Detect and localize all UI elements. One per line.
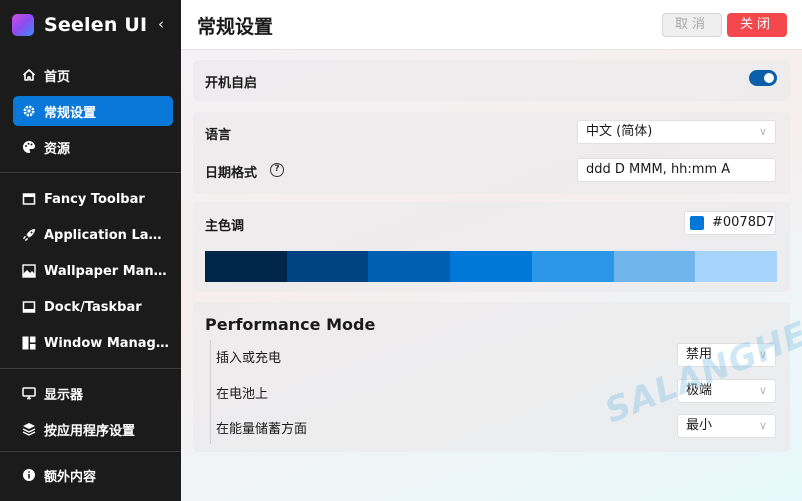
- perf-row-label: 插入或充电: [216, 351, 282, 366]
- chevron-left-icon[interactable]: ‹: [155, 16, 167, 32]
- perf-select-value: 禁用: [686, 347, 713, 362]
- sidebar-item-label: Fancy Toolbar: [44, 191, 145, 207]
- startup-toggle[interactable]: [749, 70, 777, 86]
- language-select[interactable]: 中文 (简体) ∨: [577, 120, 776, 144]
- sidebar-item-label: Window Manager: [44, 335, 169, 351]
- language-select-value: 中文 (简体): [586, 124, 653, 139]
- page-title: 常规设置: [197, 16, 274, 38]
- wallpaper-icon: [21, 263, 37, 279]
- sidebar-item-label: Dock/Taskbar: [44, 299, 142, 315]
- toggle-knob: [764, 73, 774, 83]
- palette-swatch-7[interactable]: [695, 251, 778, 282]
- sidebar-item-label: 显示器: [44, 387, 84, 403]
- accent-swatch: [690, 216, 704, 230]
- accent-label: 主色调: [205, 219, 245, 234]
- sidebar-item-label: 资源: [44, 141, 71, 157]
- palette-swatch-6[interactable]: [613, 251, 696, 282]
- rocket-icon: [21, 227, 37, 243]
- window-layout-icon: [21, 335, 37, 351]
- language-label: 语言: [205, 128, 232, 143]
- sidebar-item-home[interactable]: 首页: [13, 60, 173, 90]
- sidebar-item-label: Application Launcher: [44, 227, 169, 243]
- performance-group-line: [210, 340, 211, 444]
- sidebar-item-resources[interactable]: 资源: [13, 132, 173, 162]
- palette-swatch-3[interactable]: [368, 251, 451, 282]
- startup-card: 开机自启: [193, 60, 790, 101]
- home-icon: [21, 67, 37, 83]
- sidebar-item-wallpaper-manager[interactable]: Wallpaper Manager: [13, 256, 173, 286]
- chevron-down-icon: ∨: [758, 419, 767, 432]
- perf-row-label: 在电池上: [216, 387, 269, 402]
- accent-palette: [205, 251, 778, 282]
- gear-icon: [21, 103, 37, 119]
- palette-swatch-1[interactable]: [205, 251, 287, 282]
- sidebar-divider: [0, 172, 181, 173]
- date-format-input[interactable]: ddd D MMM, hh:mm A: [577, 158, 776, 182]
- monitor-icon: [21, 385, 37, 401]
- sidebar-item-general-settings[interactable]: 常规设置: [13, 96, 173, 126]
- chevron-down-icon: ∨: [758, 384, 767, 397]
- perf-row-label: 在能量储蓄方面: [216, 422, 308, 437]
- sidebar-divider: [0, 451, 181, 452]
- sidebar-item-application-launcher[interactable]: Application Launcher: [13, 220, 173, 250]
- sidebar-item-per-app-settings[interactable]: 按应用程序设置: [13, 414, 173, 444]
- performance-card: Performance Mode 插入或充电 禁用 ∨ 在电池上 极端 ∨ 在能…: [193, 302, 790, 452]
- perf-energy-saver-select[interactable]: 最小 ∨: [677, 414, 776, 438]
- app-logo: [12, 14, 34, 36]
- palette-swatch-2[interactable]: [286, 251, 369, 282]
- info-icon: [21, 467, 37, 483]
- stack-icon: [21, 421, 37, 437]
- sidebar: Seelen UI ‹ 首页 常规设置 资源 Fancy Toolbar App…: [0, 0, 181, 501]
- performance-title: Performance Mode: [205, 315, 376, 334]
- sidebar-item-fancy-toolbar[interactable]: Fancy Toolbar: [13, 184, 173, 214]
- perf-plugged-select[interactable]: 禁用 ∨: [677, 343, 776, 367]
- close-button[interactable]: 关闭: [727, 13, 787, 37]
- palette-swatch-5[interactable]: [531, 251, 614, 282]
- palette-icon: [21, 139, 37, 155]
- sidebar-item-label: 额外内容: [44, 469, 97, 485]
- language-date-card: 语言 中文 (简体) ∨ 日期格式 ? ddd D MMM, hh:mm A: [193, 112, 790, 194]
- toolbar-icon: [21, 191, 37, 207]
- brand: Seelen UI: [12, 12, 172, 38]
- perf-select-value: 极端: [686, 383, 713, 398]
- sidebar-item-label: 首页: [44, 69, 71, 85]
- question-circle-icon[interactable]: ?: [270, 163, 284, 177]
- accent-color-picker[interactable]: #0078D7: [684, 211, 776, 235]
- startup-label: 开机自启: [205, 76, 258, 91]
- perf-battery-select[interactable]: 极端 ∨: [677, 379, 776, 403]
- sidebar-item-monitors[interactable]: 显示器: [13, 378, 173, 408]
- sidebar-item-dock-taskbar[interactable]: Dock/Taskbar: [13, 292, 173, 322]
- sidebar-item-label: Wallpaper Manager: [44, 263, 169, 279]
- sidebar-item-label: 按应用程序设置: [44, 423, 136, 439]
- app-name: Seelen UI: [44, 14, 148, 36]
- cancel-button[interactable]: 取消: [662, 13, 722, 37]
- perf-select-value: 最小: [686, 418, 713, 433]
- sidebar-item-window-manager[interactable]: Window Manager: [13, 328, 173, 358]
- sidebar-item-label: 常规设置: [44, 105, 97, 121]
- settings-content: 开机自启 语言 中文 (简体) ∨ 日期格式 ? ddd D MMM, hh:m…: [181, 50, 802, 501]
- sidebar-divider: [0, 368, 181, 369]
- palette-swatch-4[interactable]: [450, 251, 532, 282]
- date-format-label: 日期格式: [205, 166, 258, 181]
- chevron-down-icon: ∨: [758, 125, 767, 138]
- accent-hex-value: #0078D7: [712, 215, 775, 230]
- dock-icon: [21, 299, 37, 315]
- chevron-down-icon: ∨: [758, 348, 767, 361]
- page-header: 常规设置 取消 关闭: [181, 0, 802, 50]
- sidebar-item-extras[interactable]: 额外内容: [13, 460, 173, 490]
